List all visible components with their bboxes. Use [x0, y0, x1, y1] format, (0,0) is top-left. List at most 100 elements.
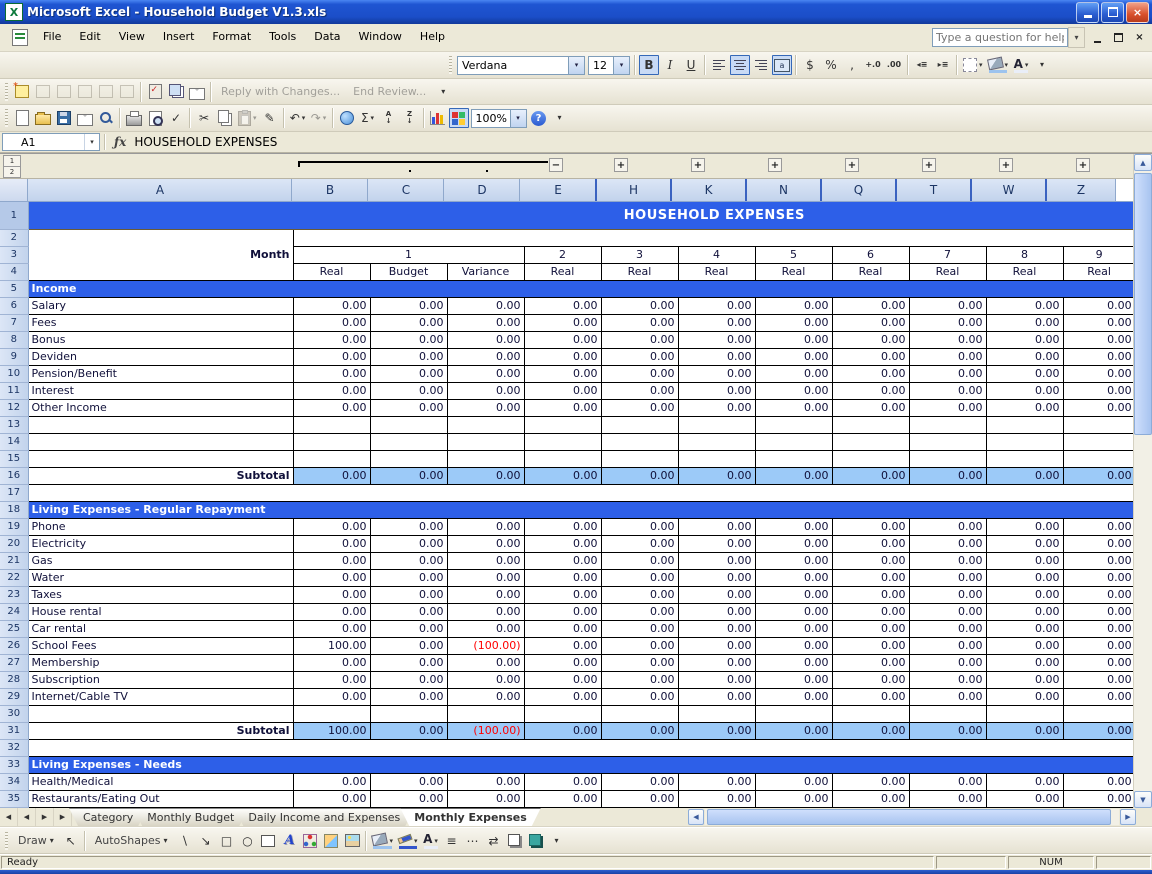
cell[interactable]: 0.00 — [985, 551, 1064, 570]
currency-style-icon[interactable]: $ — [800, 55, 820, 75]
column-header-W[interactable]: W — [970, 179, 1046, 201]
send-to-mail-recipient-icon[interactable] — [187, 82, 207, 102]
cell[interactable] — [28, 263, 294, 280]
cell[interactable]: 0.00 — [523, 398, 602, 417]
outline-expand-button[interactable]: + — [768, 158, 782, 172]
row-label-cell[interactable]: Electricity — [27, 534, 294, 553]
row-label-cell[interactable]: School Fees — [27, 636, 294, 655]
cell[interactable]: 0.00 — [446, 534, 525, 553]
cell[interactable] — [908, 415, 987, 434]
cell[interactable]: 0.00 — [292, 381, 371, 400]
cell[interactable]: 0.00 — [908, 381, 987, 400]
cell[interactable]: 0.00 — [677, 636, 756, 655]
cell[interactable]: 0.00 — [677, 296, 756, 315]
cell[interactable]: 0.00 — [985, 534, 1064, 553]
cell[interactable]: 0.00 — [908, 364, 987, 383]
cell[interactable]: 0.00 — [523, 330, 602, 349]
row-label-cell[interactable]: Pension/Benefit — [27, 364, 294, 383]
draw-menu-button[interactable]: Draw ▾ — [12, 831, 60, 851]
row-header-10[interactable]: 10 — [0, 365, 29, 383]
menu-data[interactable]: Data — [305, 24, 349, 51]
cell[interactable]: 0.00 — [908, 347, 987, 366]
cell[interactable]: 0.00 — [831, 551, 910, 570]
cell[interactable]: 0.00 — [446, 517, 525, 536]
outline-expand-button[interactable]: + — [1076, 158, 1090, 172]
font-color-icon[interactable]: A ▾ — [421, 831, 441, 851]
cell[interactable]: 0.00 — [446, 619, 525, 638]
cell[interactable]: 0.00 — [600, 619, 679, 638]
window-close-button[interactable]: × — [1131, 29, 1148, 46]
cell[interactable] — [985, 449, 1064, 468]
sheet-tab-monthly-expenses[interactable]: Monthly Expenses — [400, 808, 541, 826]
borders-icon[interactable]: ▾ — [961, 55, 985, 75]
cell[interactable]: 0.00 — [754, 364, 833, 383]
cell[interactable]: 0.00 — [600, 772, 679, 791]
italic-icon[interactable]: I — [660, 55, 680, 75]
cell[interactable]: 0.00 — [292, 534, 371, 553]
cell[interactable]: 0.00 — [292, 619, 371, 638]
cell[interactable]: 0.00 — [985, 619, 1064, 638]
cell[interactable]: 0.00 — [292, 330, 371, 349]
cell[interactable]: Real — [523, 262, 602, 281]
cell[interactable] — [27, 704, 294, 723]
cell[interactable]: Real — [677, 262, 756, 281]
cell[interactable]: 5 — [754, 245, 833, 264]
format-painter-icon[interactable]: ✎ — [260, 108, 280, 128]
text-box-icon[interactable] — [258, 831, 278, 851]
cell[interactable]: 0.00 — [446, 653, 525, 672]
cell[interactable]: 0.00 — [369, 653, 448, 672]
bold-icon[interactable]: B — [639, 55, 659, 75]
cell[interactable]: 0.00 — [369, 772, 448, 791]
cell[interactable] — [523, 449, 602, 468]
cell[interactable]: 0.00 — [369, 466, 448, 485]
cell[interactable] — [908, 449, 987, 468]
cell[interactable]: 0.00 — [677, 568, 756, 587]
cell[interactable]: 0.00 — [985, 330, 1064, 349]
cell[interactable]: 0.00 — [600, 670, 679, 689]
cell[interactable]: 0.00 — [1062, 721, 1133, 740]
cell[interactable]: 0.00 — [985, 670, 1064, 689]
cell[interactable]: 0.00 — [985, 653, 1064, 672]
cell[interactable]: 0.00 — [677, 551, 756, 570]
sheet-tab-monthly-budget[interactable]: Monthly Budget — [133, 808, 248, 826]
cell[interactable]: 0.00 — [446, 296, 525, 315]
menu-help[interactable]: Help — [411, 24, 454, 51]
next-sheet-button[interactable]: ▶ — [36, 808, 54, 826]
scroll-left-icon[interactable]: ◀ — [688, 809, 704, 825]
cell[interactable]: 0.00 — [523, 534, 602, 553]
cell[interactable]: 0.00 — [600, 653, 679, 672]
sort-descending-icon[interactable]: Z ↓ — [400, 108, 420, 128]
row-header-14[interactable]: 14 — [0, 433, 29, 451]
cell[interactable] — [523, 415, 602, 434]
cell[interactable]: 0.00 — [677, 466, 756, 485]
cell[interactable]: 0.00 — [523, 789, 602, 808]
row-header-23[interactable]: 23 — [0, 586, 29, 604]
cell[interactable] — [446, 415, 525, 434]
cell[interactable]: 0.00 — [1062, 313, 1133, 332]
rectangle-icon[interactable]: □ — [216, 831, 236, 851]
cell[interactable]: 0.00 — [831, 364, 910, 383]
cell[interactable]: 0.00 — [677, 687, 756, 706]
show-all-comments-icon[interactable] — [96, 82, 116, 102]
row-header-32[interactable]: 32 — [0, 739, 29, 757]
cell[interactable]: 0.00 — [831, 398, 910, 417]
cell[interactable]: 0.00 — [369, 789, 448, 808]
row-header-20[interactable]: 20 — [0, 535, 29, 553]
row-label-cell[interactable]: Taxes — [27, 585, 294, 604]
cell[interactable]: 0.00 — [908, 296, 987, 315]
cell[interactable]: 0.00 — [446, 330, 525, 349]
cell[interactable]: 7 — [908, 245, 987, 264]
cell[interactable] — [28, 739, 1133, 756]
cell[interactable]: 0.00 — [908, 687, 987, 706]
cell[interactable]: 0.00 — [831, 330, 910, 349]
cell[interactable] — [523, 432, 602, 451]
underline-icon[interactable]: U — [681, 55, 701, 75]
cell[interactable]: 0.00 — [600, 381, 679, 400]
cell[interactable]: 0.00 — [523, 653, 602, 672]
cell[interactable] — [985, 704, 1064, 723]
row-label-cell[interactable]: Phone — [27, 517, 294, 536]
scroll-right-icon[interactable]: ▶ — [1120, 809, 1136, 825]
cell[interactable]: 0.00 — [908, 313, 987, 332]
cell[interactable]: 0.00 — [831, 636, 910, 655]
help-dropdown-icon[interactable]: ▾ — [1068, 27, 1085, 48]
